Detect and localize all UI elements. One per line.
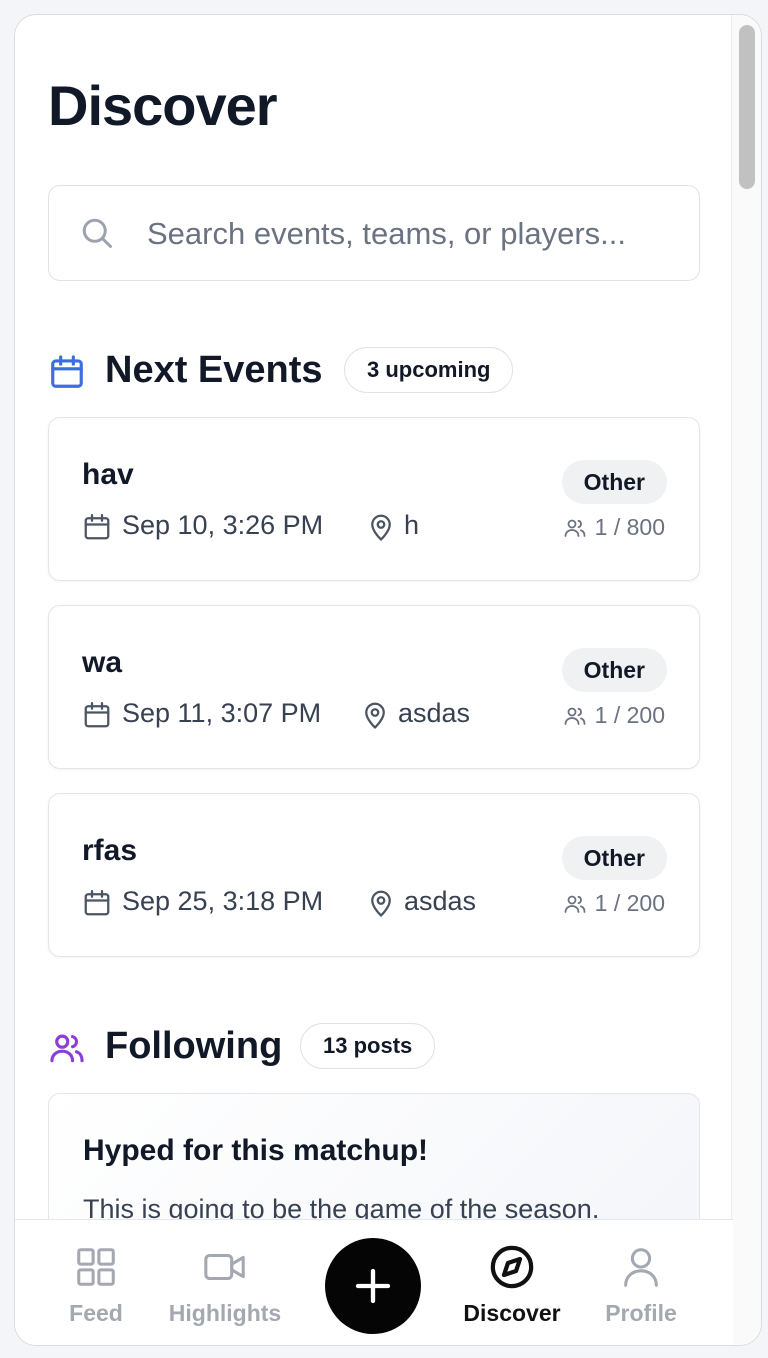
- nav-discover[interactable]: Discover: [437, 1244, 587, 1327]
- next-events-title: Next Events: [105, 349, 323, 391]
- nav-feed[interactable]: Feed: [21, 1244, 171, 1327]
- location-pin-icon: [371, 890, 391, 917]
- event-card[interactable]: wa Sep 11, 3:07 PM asdas Other 1 / 200: [48, 605, 700, 769]
- event-date: Sep 10, 3:26 PM: [122, 510, 324, 540]
- event-location: asdas: [398, 698, 471, 728]
- nav-label: Profile: [605, 1300, 677, 1326]
- event-date: Sep 11, 3:07 PM: [122, 698, 322, 728]
- attendance-count: 1 / 200: [594, 702, 665, 728]
- location-pin-icon: [365, 702, 385, 729]
- grid-icon: [77, 1248, 115, 1286]
- upcoming-count-badge: 3 upcoming: [344, 347, 514, 393]
- calendar-icon: [51, 355, 83, 388]
- event-location: asdas: [404, 886, 477, 916]
- plus-icon: [355, 1268, 391, 1304]
- calendar-icon: [84, 890, 110, 916]
- app-frame: Discover Search events, teams, or player…: [14, 14, 762, 1346]
- nav-label: Highlights: [168, 1300, 282, 1326]
- event-category-badge: Other: [561, 648, 667, 692]
- compass-icon: [490, 1245, 534, 1289]
- location-pin-icon: [371, 514, 391, 541]
- event-attendance: 1 / 200: [563, 890, 665, 918]
- bottom-navigation: Feed Highlights Discover Profile: [15, 1219, 733, 1345]
- event-name: wa: [82, 646, 123, 679]
- event-attendance: 1 / 200: [563, 702, 665, 730]
- user-icon: [624, 1248, 658, 1287]
- search-placeholder: Search events, teams, or players...: [147, 216, 626, 251]
- calendar-icon: [84, 514, 110, 540]
- scrollbar[interactable]: [731, 15, 761, 1345]
- event-card[interactable]: hav Sep 10, 3:26 PM h Other 1 / 800: [48, 417, 700, 581]
- nav-profile[interactable]: Profile: [566, 1244, 716, 1327]
- event-category-badge: Other: [561, 460, 667, 504]
- post-body: This is going to be the game of the seas…: [83, 1194, 600, 1219]
- calendar-icon: [84, 702, 110, 728]
- following-header: Following 13 posts: [48, 1023, 488, 1073]
- event-attendance: 1 / 800: [563, 514, 665, 542]
- search-icon: [82, 218, 112, 248]
- post-title: Hyped for this matchup!: [83, 1134, 429, 1167]
- event-category-badge: Other: [561, 836, 667, 880]
- nav-highlights[interactable]: Highlights: [150, 1244, 300, 1327]
- event-name: hav: [82, 458, 134, 491]
- post-card[interactable]: Hyped for this matchup! This is going to…: [48, 1093, 700, 1219]
- nav-label: Feed: [69, 1300, 123, 1326]
- users-icon: [50, 1034, 84, 1063]
- event-date: Sep 25, 3:18 PM: [122, 886, 324, 916]
- next-events-header: Next Events 3 upcoming: [48, 347, 568, 397]
- search-input[interactable]: Search events, teams, or players...: [48, 185, 700, 281]
- event-card[interactable]: rfas Sep 25, 3:18 PM asdas Other 1 / 200: [48, 793, 700, 957]
- discover-content[interactable]: Discover Search events, teams, or player…: [15, 15, 733, 1219]
- users-icon: [564, 707, 586, 725]
- event-name: rfas: [82, 834, 138, 867]
- users-icon: [564, 519, 586, 537]
- attendance-count: 1 / 800: [594, 514, 665, 540]
- event-location: h: [404, 510, 420, 540]
- page-title: Discover: [48, 74, 278, 137]
- posts-count-badge: 13 posts: [300, 1023, 436, 1069]
- create-post-button[interactable]: [325, 1238, 421, 1334]
- following-title: Following: [105, 1025, 283, 1067]
- video-icon: [204, 1253, 245, 1281]
- nav-label: Discover: [463, 1300, 561, 1326]
- users-icon: [564, 895, 586, 913]
- scrollbar-thumb[interactable]: [739, 25, 755, 189]
- attendance-count: 1 / 200: [594, 890, 665, 916]
